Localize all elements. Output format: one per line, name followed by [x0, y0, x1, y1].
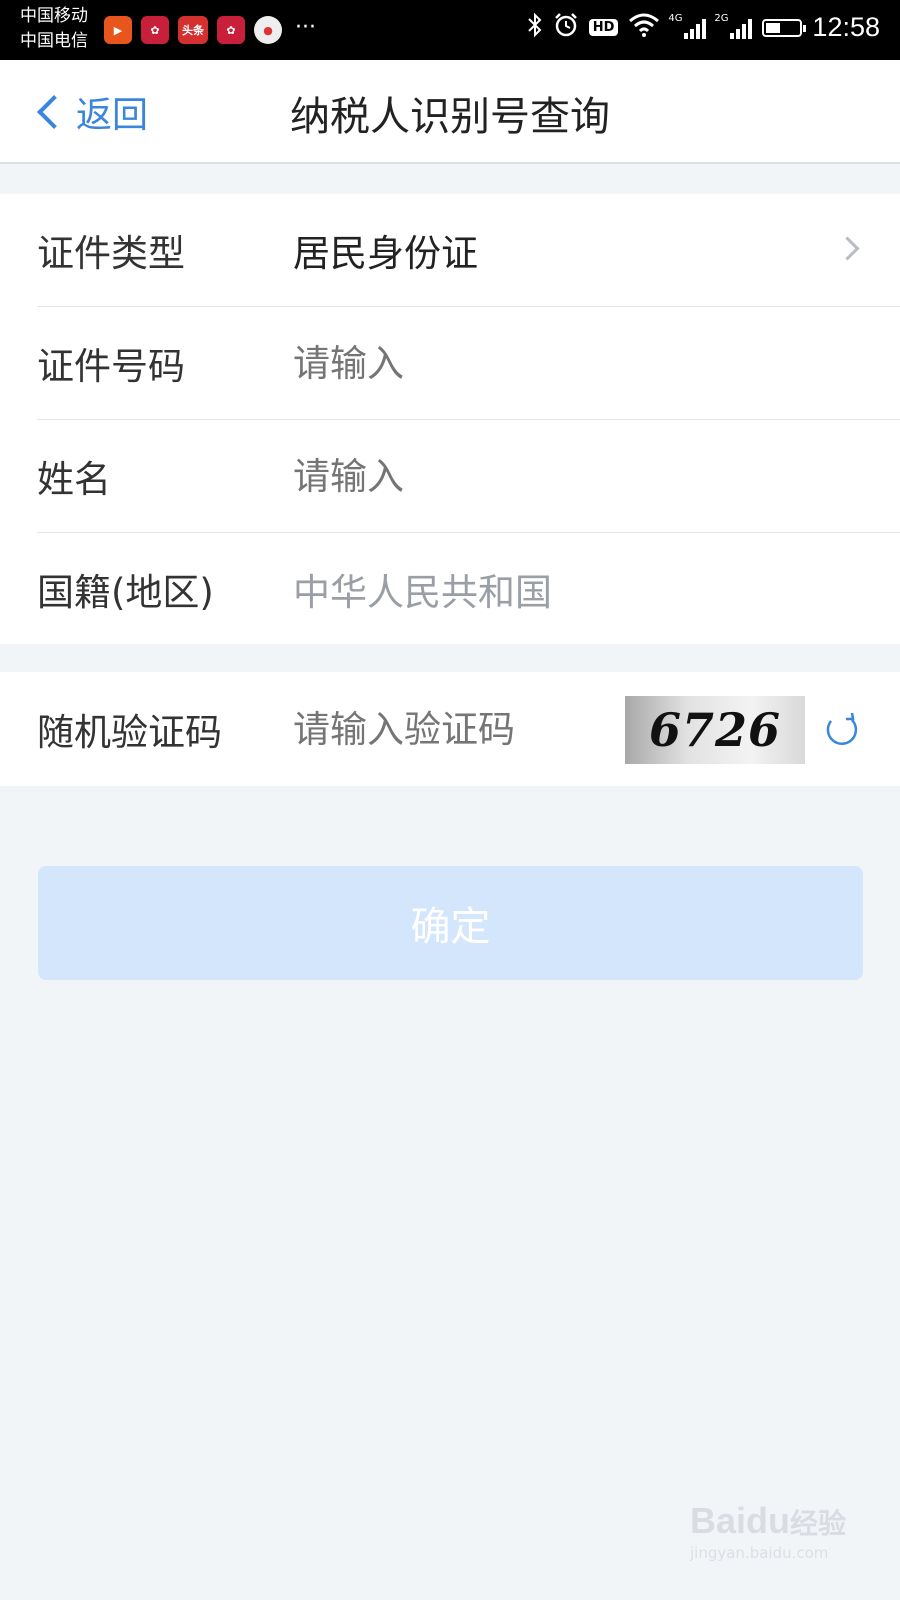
nationality-row[interactable]: 国籍(地区) 中华人民共和国	[37, 533, 900, 645]
page-title: 纳税人识别号查询	[290, 94, 610, 140]
name-input[interactable]	[293, 454, 793, 498]
id-type-label: 证件类型	[37, 232, 185, 275]
id-number-input[interactable]	[293, 341, 793, 385]
refresh-icon[interactable]	[822, 710, 860, 748]
map-icon: ●	[254, 16, 282, 44]
taxpayer-form: 证件类型 居民身份证 证件号码 姓名 国籍(地区) 中华人民共和国	[0, 194, 900, 644]
nav-bar: 返回 纳税人识别号查询	[0, 60, 900, 164]
nationality-value: 中华人民共和国	[293, 571, 552, 614]
video-icon: ▶	[104, 16, 132, 44]
carrier-info: 中国移动 中国电信	[20, 4, 88, 54]
clock: 12:58	[812, 12, 880, 42]
toutiao-icon: 头条	[178, 16, 208, 44]
confirm-button[interactable]: 确定	[38, 866, 863, 980]
more-notifications-icon: ···	[295, 15, 316, 40]
status-bar: 中国移动 中国电信 ▶ ✿ 头条 ✿ ● ··· HD 4G 2G 12:58	[0, 0, 900, 60]
id-number-row: 证件号码	[37, 307, 900, 420]
notification-icons: ▶ ✿ 头条 ✿ ● ···	[104, 16, 316, 44]
id-number-label: 证件号码	[37, 345, 185, 388]
id-type-value: 居民身份证	[293, 232, 478, 275]
captcha-section: 随机验证码 6726	[0, 672, 900, 786]
huawei-icon: ✿	[141, 16, 169, 44]
wifi-icon	[628, 13, 660, 42]
hd-icon: HD	[588, 19, 619, 36]
system-icons: HD 4G 2G 12:58	[527, 12, 880, 43]
captcha-image[interactable]: 6726	[625, 696, 805, 764]
carrier-1: 中国移动	[20, 6, 88, 26]
baidu-jingyan-watermark: Baidu经验 jingyan.baidu.com	[690, 1500, 890, 1584]
name-row: 姓名	[37, 420, 900, 533]
battery-icon	[762, 18, 807, 37]
carrier-2: 中国电信	[20, 31, 88, 51]
chevron-right-icon	[835, 236, 860, 261]
watermark-brand: Baidu	[690, 1500, 791, 1541]
watermark-brand-cn: 经验	[790, 1508, 847, 1539]
signal-2g-icon: 2G	[714, 13, 753, 39]
id-type-row[interactable]: 证件类型 居民身份证	[37, 194, 900, 307]
signal-4g-icon: 4G	[668, 13, 707, 39]
nationality-label: 国籍(地区)	[37, 571, 214, 614]
alarm-icon	[553, 12, 579, 43]
huawei-icon: ✿	[217, 16, 245, 44]
watermark-url: jingyan.baidu.com	[690, 1544, 829, 1562]
name-label: 姓名	[37, 458, 111, 501]
captcha-label: 随机验证码	[37, 711, 222, 754]
captcha-input[interactable]	[293, 707, 593, 751]
bluetooth-icon	[527, 12, 543, 43]
